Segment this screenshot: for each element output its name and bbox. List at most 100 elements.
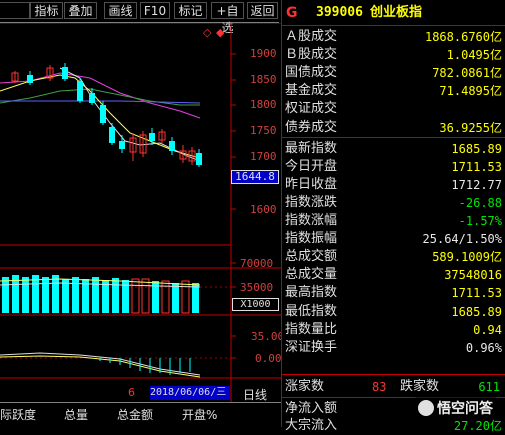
block-inflow-value: 27.20亿 xyxy=(453,419,502,433)
volume-unit-label: X1000 xyxy=(232,298,279,311)
current-price-tag: 1644.8 xyxy=(231,170,279,184)
price-axis-label: 1850 xyxy=(250,73,277,86)
price-axis-label: 1800 xyxy=(250,98,277,111)
quote-row-label: 总成交额 xyxy=(285,249,338,265)
quote-row-value: 36.9255亿 xyxy=(439,120,502,135)
block-inflow-row: 大宗流入 27.20亿 xyxy=(282,417,505,435)
quote-header: G 399006 创业板指 xyxy=(282,2,505,24)
toolbar-indicator-button[interactable]: 指标 xyxy=(30,2,63,19)
tab-total-amount[interactable]: 总金额 xyxy=(117,406,153,423)
quote-row: 国债成交 782.0861亿 xyxy=(282,64,505,82)
price-axis-label: 1750 xyxy=(250,124,277,137)
quote-row: 指数振幅 25.64/1.50% xyxy=(282,230,505,248)
quote-row-label: 债券成交 xyxy=(285,119,338,135)
quote-row-value: 589.1009亿 xyxy=(432,250,502,265)
date-bar-index: 6 xyxy=(128,386,135,399)
toolbar-add-watchlist-button[interactable]: +自选 xyxy=(211,2,244,35)
quote-row: 指数涨跌 -26.88 xyxy=(282,194,505,212)
wukong-logo-icon xyxy=(418,400,434,416)
quote-row: 深证换手 0.96% xyxy=(282,339,505,357)
watermark: 悟空问答 xyxy=(414,397,497,419)
quote-row-value: 1685.89 xyxy=(451,304,502,319)
divider xyxy=(282,25,505,26)
period-daily-label[interactable]: 日线 xyxy=(243,386,267,403)
divider xyxy=(282,374,505,375)
toolbar-f10-button[interactable]: F10 xyxy=(140,2,170,19)
quote-row: 最新指数 1685.89 xyxy=(282,140,505,158)
quote-row-label: 基金成交 xyxy=(285,83,338,99)
indicator-axis-label: 35.00 xyxy=(251,330,285,343)
down-count-label: 跌家数 xyxy=(400,379,440,394)
quote-row-value: 782.0861亿 xyxy=(432,66,502,81)
quote-row: 总成交量 37548016 xyxy=(282,266,505,284)
quote-row-label: 指数量比 xyxy=(285,321,338,337)
quote-row: 权证成交 xyxy=(282,100,505,118)
header-g-label: G xyxy=(286,5,298,21)
toolbar-overflow[interactable] xyxy=(0,2,30,19)
quote-panel: G 399006 创业板指 Ａ股成交 1868.6760亿 Ｂ股成交 1.0495亿国… xyxy=(281,0,505,433)
quote-row: 指数涨幅 -1.57% xyxy=(282,212,505,230)
quote-row-value: 1711.53 xyxy=(451,286,502,301)
quote-row-label: 权证成交 xyxy=(285,101,338,117)
tab-activity[interactable]: 际跃度 xyxy=(0,406,36,423)
volume-axis-label: 70000 xyxy=(240,257,274,270)
quote-row-value: 71.4895亿 xyxy=(439,84,502,99)
toolbar-draw-button[interactable]: 画线 xyxy=(104,2,137,19)
quote-row-value: 1685.89 xyxy=(451,141,502,156)
advance-decline-row: 涨家数 83 跌家数 611 xyxy=(282,378,505,396)
net-inflow-label: 净流入额 xyxy=(285,401,338,416)
quote-row: 总成交额 589.1009亿 xyxy=(282,248,505,266)
quote-row: 最高指数 1711.53 xyxy=(282,284,505,302)
quote-row: 指数量比 0.94 xyxy=(282,321,505,339)
price-axis-label: 1900 xyxy=(250,47,277,60)
chart-control-diamond-filled-icon[interactable]: ◆ xyxy=(216,26,224,39)
quote-row-value: -26.88 xyxy=(458,195,502,210)
up-count-label: 涨家数 xyxy=(285,379,325,394)
price-axis-label: 1700 xyxy=(250,150,277,163)
quote-row-label: 指数振幅 xyxy=(285,231,338,247)
quote-row: 昨日收盘 1712.77 xyxy=(282,176,505,194)
quote-row-label: Ｂ股成交 xyxy=(285,47,338,63)
quote-row-value: -1.57% xyxy=(458,214,502,228)
tab-total-volume[interactable]: 总量 xyxy=(64,406,88,423)
quote-row-label: 指数涨幅 xyxy=(285,213,338,228)
quote-row-label: 最低指数 xyxy=(285,303,338,319)
quote-row-label: 深证换手 xyxy=(285,339,338,355)
divider xyxy=(282,137,505,138)
quote-row-label: 今日开盘 xyxy=(285,158,338,174)
up-count-value: 83 xyxy=(372,380,387,394)
index-code: 399006 xyxy=(316,5,363,20)
quote-row-value: 25.64/1.50% xyxy=(422,232,502,247)
bottom-tab-bar: 际跃度 总量 总金额 开盘% xyxy=(0,402,281,428)
price-axis-label: 1600 xyxy=(250,203,277,216)
chart-toolbar: 指标 叠加 画线 F10 标记 +自选 返回 xyxy=(0,0,279,35)
date-bar-date: 2018/06/06/三 xyxy=(150,386,230,400)
kline-chart-area[interactable] xyxy=(0,23,281,402)
tab-open-percent[interactable]: 开盘% xyxy=(182,406,217,423)
volume-axis-label: 35000 xyxy=(240,281,274,294)
block-inflow-label: 大宗流入 xyxy=(285,418,338,433)
toolbar-overlay-button[interactable]: 叠加 xyxy=(64,2,97,19)
quote-row-label: 总成交量 xyxy=(285,267,338,283)
chart-control-diamond-outline-icon[interactable]: ◇ xyxy=(203,26,211,39)
watermark-text: 悟空问答 xyxy=(437,401,493,417)
quote-row: 今日开盘 1711.53 xyxy=(282,158,505,176)
indicator-axis-label: 0.00 xyxy=(255,352,282,365)
quote-row-value: 0.94 xyxy=(473,322,502,337)
quote-row-label: 昨日收盘 xyxy=(285,176,338,192)
quote-row: Ｂ股成交 1.0495亿 xyxy=(282,46,505,64)
quote-row-value: 37548016 xyxy=(444,268,502,283)
quote-row: Ａ股成交 1868.6760亿 xyxy=(282,28,505,46)
quote-row: 最低指数 1685.89 xyxy=(282,303,505,321)
quote-row-value: 1.0495亿 xyxy=(446,48,502,63)
quote-row-value: 1868.6760亿 xyxy=(424,30,502,44)
quote-row-value: 1712.77 xyxy=(451,177,502,192)
quote-row: 债券成交 36.9255亿 xyxy=(282,119,505,137)
quote-row-value: 0.96% xyxy=(465,340,502,355)
quote-row-value: 1711.53 xyxy=(451,159,502,174)
toolbar-mark-button[interactable]: 标记 xyxy=(174,2,207,19)
down-count-value: 611 xyxy=(478,380,500,394)
toolbar-back-button[interactable]: 返回 xyxy=(247,2,278,19)
quote-row-label: 指数涨跌 xyxy=(285,194,338,210)
quote-row-label: 国债成交 xyxy=(285,65,338,81)
